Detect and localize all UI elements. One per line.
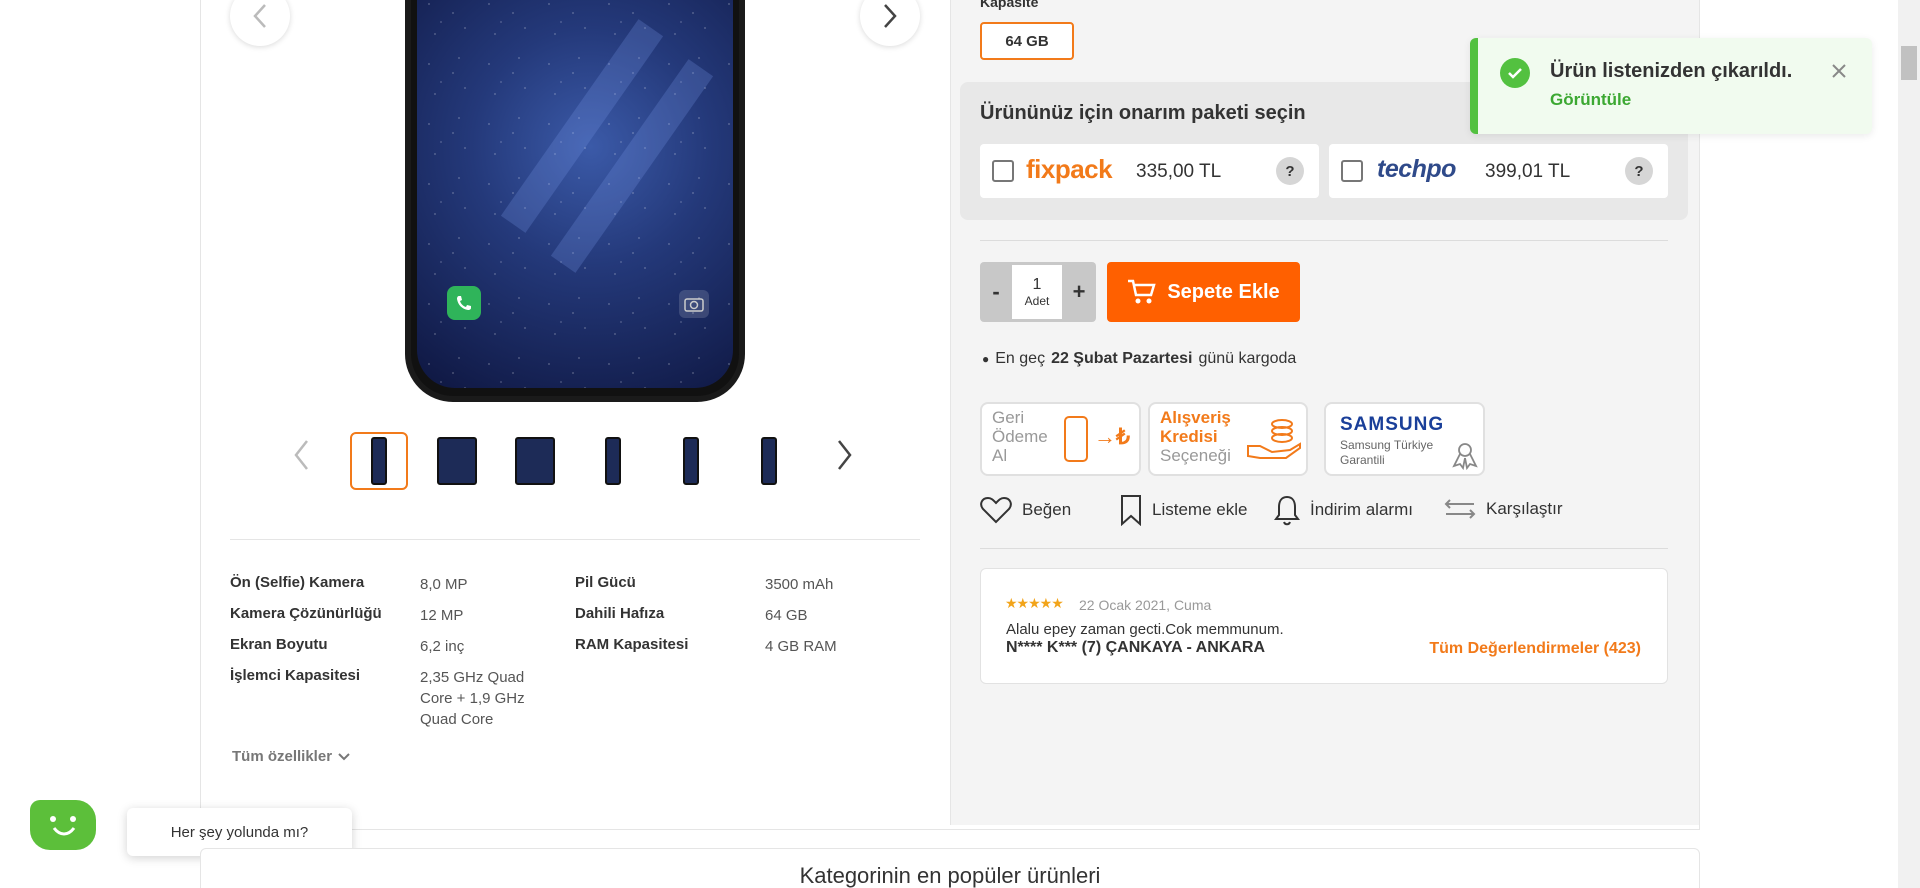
quantity-increase-button[interactable]: +	[1062, 262, 1096, 322]
add-to-cart-button[interactable]: Sepete Ekle	[1107, 262, 1300, 322]
product-main-image[interactable]	[405, 0, 745, 402]
popular-products-section: Kategorinin en popüler ürünleri	[200, 848, 1700, 888]
thumbnail-strip	[350, 432, 798, 490]
techpo-price: 399,01 TL	[1485, 161, 1571, 182]
page-scrollbar[interactable]	[1898, 0, 1920, 888]
spec-row: Ekran Boyutu 6,2 inç	[230, 636, 465, 655]
thumbnail[interactable]	[584, 432, 642, 490]
all-reviews-link[interactable]: Tüm Değerlendirmeler (423)	[1429, 640, 1641, 658]
phone-call-icon	[447, 286, 481, 320]
chatbot-eye	[50, 816, 56, 822]
divider	[980, 548, 1668, 549]
camera-icon	[679, 290, 709, 318]
close-icon	[1832, 64, 1846, 78]
price-alarm-button[interactable]: İndirim alarmı	[1274, 494, 1413, 526]
compare-arrows-icon	[1444, 499, 1476, 519]
shopping-credit-badge[interactable]: Alışveriş Kredisi Seçeneği	[1148, 402, 1308, 476]
quantity-stepper: - 1 Adet +	[980, 262, 1096, 322]
warranty-ribbon-icon	[1452, 443, 1478, 470]
cart-icon	[1128, 279, 1157, 304]
smile-icon	[52, 827, 76, 836]
fixpack-checkbox[interactable]	[992, 160, 1014, 182]
review-author: N**** K*** (7) ÇANKAYA - ANKARA	[1006, 639, 1266, 656]
review-date: 22 Ocak 2021, Cuma	[1079, 597, 1212, 613]
bullet: ●	[982, 352, 990, 366]
capacity-option-64gb[interactable]: 64 GB	[980, 22, 1074, 60]
divider	[230, 539, 920, 540]
thumbs-next-button[interactable]	[834, 438, 854, 477]
chevron-down-icon	[338, 752, 350, 760]
like-button[interactable]: Beğen	[980, 496, 1071, 524]
bell-icon	[1274, 495, 1300, 526]
delivery-info: ● En geç 22 Şubat Pazartesi günü kargoda	[982, 350, 1297, 367]
techpo-help-button[interactable]: ?	[1625, 157, 1653, 185]
spec-row: İşlemci Kapasitesi 2,35 GHz Quad Core + …	[230, 667, 525, 728]
bookmark-icon	[1121, 495, 1141, 526]
spec-row: Pil Gücü 3500 mAh	[575, 574, 834, 593]
compare-button[interactable]: Karşılaştır	[1444, 498, 1563, 520]
samsung-logo: SAMSUNG	[1340, 414, 1445, 435]
techpo-logo: techpo	[1377, 155, 1456, 183]
techpo-checkbox[interactable]	[1341, 160, 1363, 182]
thumbnail[interactable]	[740, 432, 798, 490]
phone-icon	[1064, 416, 1088, 462]
thumbnail[interactable]	[506, 432, 564, 490]
thumbs-prev-button[interactable]	[292, 438, 312, 477]
review-text: Alalu epey zaman gecti.Cok memmunum.	[1006, 621, 1284, 638]
thumbnail[interactable]	[662, 432, 720, 490]
heart-icon	[980, 496, 1012, 524]
fixpack-logo: fixpack	[1026, 154, 1113, 184]
thumbnail[interactable]	[350, 432, 408, 490]
all-specs-link[interactable]: Tüm özellikler	[232, 748, 350, 765]
chevron-right-icon	[884, 4, 897, 28]
specs-left: Ön (Selfie) Kamera 8,0 MP Kamera Çözünür…	[230, 574, 630, 730]
hand-coins-icon	[1247, 419, 1301, 459]
thumbnail[interactable]	[428, 432, 486, 490]
lira-icon: →₺	[1094, 424, 1130, 449]
popular-products-title: Kategorinin en popüler ürünleri	[799, 863, 1101, 888]
chevron-left-icon	[253, 4, 266, 28]
fixpack-price: 335,00 TL	[1136, 161, 1222, 182]
review-card: ★★★★★ 22 Ocak 2021, Cuma Alalu epey zama…	[980, 568, 1668, 684]
divider	[980, 240, 1668, 241]
chevron-right-icon	[838, 440, 852, 470]
specs-right: Pil Gücü 3500 mAh Dahili Hafıza 64 GB RA…	[575, 574, 895, 667]
spec-row: RAM Kapasitesi 4 GB RAM	[575, 636, 837, 655]
repair-title: Ürününüz için onarım paketi seçin	[980, 102, 1306, 124]
phone-screen	[417, 0, 733, 388]
toast-message: Ürün listenizden çıkarıldı.	[1550, 60, 1793, 82]
chatbot-eye	[70, 816, 76, 822]
spec-row: Kamera Çözünürlüğü 12 MP	[230, 605, 464, 624]
toast-view-link[interactable]: Görüntüle	[1550, 90, 1631, 110]
cashback-badge[interactable]: Geri Ödeme Al →₺	[980, 402, 1141, 476]
repair-package-fixpack: fixpack 335,00 TL ?	[980, 144, 1319, 198]
scrollbar-thumb[interactable]	[1901, 46, 1917, 80]
rating-stars: ★★★★★	[1005, 595, 1064, 611]
repair-package-techpo: techpo 399,01 TL ?	[1329, 144, 1668, 198]
add-to-list-button[interactable]: Listeme ekle	[1120, 494, 1247, 526]
notification-toast: Ürün listenizden çıkarıldı. Görüntüle	[1470, 38, 1872, 134]
fixpack-help-button[interactable]: ?	[1276, 157, 1304, 185]
samsung-warranty-badge[interactable]: SAMSUNG Samsung Türkiye Garantili	[1324, 402, 1485, 476]
product-page: Ön (Selfie) Kamera 8,0 MP Kamera Çözünür…	[0, 0, 1920, 888]
spec-row: Dahili Hafıza 64 GB	[575, 605, 808, 624]
check-circle-icon	[1500, 58, 1530, 88]
capacity-label: Kapasite	[980, 0, 1039, 10]
quantity-decrease-button[interactable]: -	[980, 262, 1012, 322]
spec-row: Ön (Selfie) Kamera 8,0 MP	[230, 574, 468, 593]
chevron-left-icon	[294, 440, 308, 470]
quantity-input[interactable]: 1 Adet	[1012, 265, 1062, 319]
chatbot-button[interactable]	[30, 800, 96, 850]
toast-close-button[interactable]	[1830, 62, 1848, 85]
